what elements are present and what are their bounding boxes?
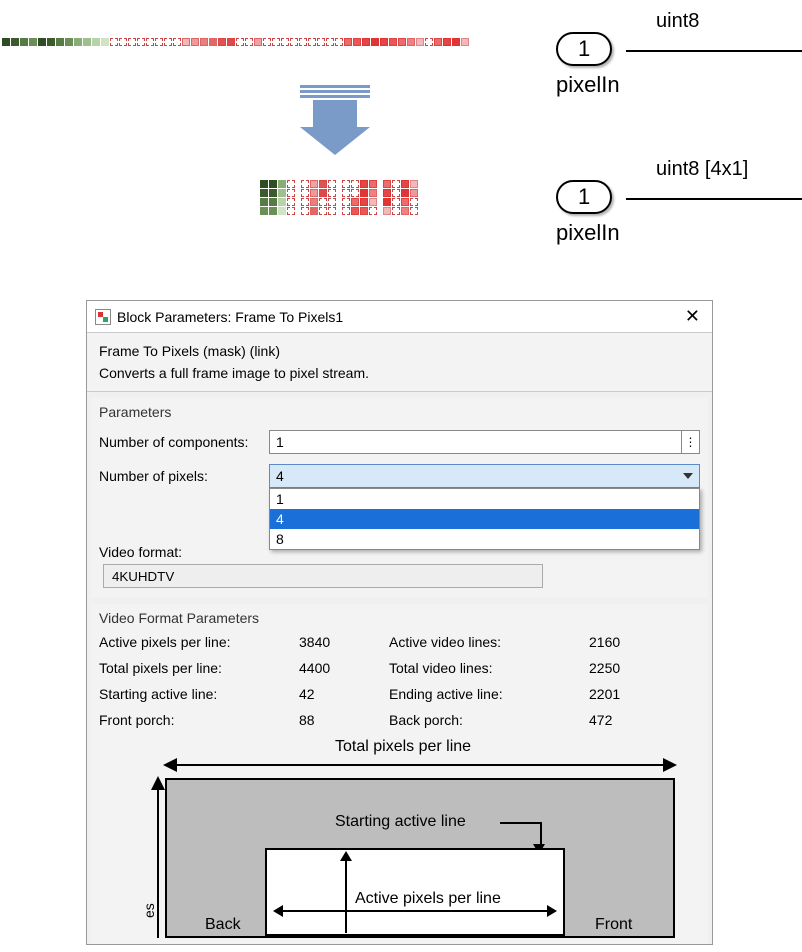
- signal-line: [626, 50, 802, 52]
- video-frame-diagram: Total pixels per line Starting active li…: [105, 738, 694, 938]
- inport-pixelin-4x1: uint8 [4x1] 1 pixelIn: [556, 180, 612, 224]
- fd-h-arrow: [165, 764, 675, 766]
- fd-sal-arrow: [500, 822, 540, 824]
- bp-value: 472: [589, 712, 659, 728]
- simulink-icon: [95, 309, 111, 325]
- fp-value: 88: [299, 712, 369, 728]
- port-name-label: pixelIn: [556, 220, 620, 246]
- fd-v-arrow: [157, 778, 159, 938]
- inport-badge: 1: [556, 180, 612, 214]
- fd-appl-arrow: [275, 910, 555, 912]
- fp-label: Front porch:: [99, 712, 279, 728]
- parameters-group: Parameters Number of components: ⋮ Numbe…: [91, 398, 708, 598]
- sal-value: 42: [299, 686, 369, 702]
- num-components-input[interactable]: [269, 430, 682, 454]
- fd-active-pixels-label: Active pixels per line: [355, 890, 501, 908]
- video-format-field[interactable]: [103, 564, 543, 588]
- dialog-titlebar: Block Parameters: Frame To Pixels1 ✕: [87, 301, 712, 333]
- avl-value: 2160: [589, 634, 659, 650]
- num-pixels-selected: 4: [276, 468, 284, 484]
- num-pixels-row: Number of pixels: 4 1 4 8: [99, 464, 700, 488]
- pixel-strip-1x: [2, 38, 470, 46]
- arrow-down-icon: [300, 85, 370, 155]
- fd-inner-varrow: [345, 853, 347, 933]
- mask-description: Converts a full frame image to pixel str…: [99, 365, 700, 381]
- vfp-label: Video Format Parameters: [99, 610, 700, 626]
- tvl-label: Total video lines:: [389, 660, 569, 676]
- tvl-value: 2250: [589, 660, 659, 676]
- video-format-label: Video format:: [99, 544, 269, 560]
- num-components-row: Number of components: ⋮: [99, 430, 700, 454]
- port-type-label: uint8 [4x1]: [656, 158, 748, 181]
- port-type-label: uint8: [656, 10, 699, 33]
- mask-title: Frame To Pixels (mask) (link): [99, 343, 700, 359]
- num-pixels-option-4[interactable]: 4: [270, 509, 699, 529]
- signal-line: [626, 198, 802, 200]
- inport-badge: 1: [556, 32, 612, 66]
- video-format-parameters-group: Video Format Parameters Active pixels pe…: [91, 604, 708, 945]
- port-name-label: pixelIn: [556, 72, 620, 98]
- mask-header: Frame To Pixels (mask) (link) Converts a…: [87, 333, 712, 392]
- block-parameters-dialog: Block Parameters: Frame To Pixels1 ✕ Fra…: [86, 300, 713, 945]
- tppl-value: 4400: [299, 660, 369, 676]
- pixel-strip-4x: [260, 180, 419, 216]
- inport-pixelin-1: uint8 1 pixelIn: [556, 32, 612, 76]
- avl-label: Active video lines:: [389, 634, 569, 650]
- fd-back-label: Back: [205, 916, 241, 934]
- num-components-more-button[interactable]: ⋮: [682, 430, 700, 454]
- appl-label: Active pixels per line:: [99, 634, 279, 650]
- eal-label: Ending active line:: [389, 686, 569, 702]
- num-components-label: Number of components:: [99, 434, 269, 450]
- pixel-stream-diagram: uint8 1 pixelIn uint8 [4x1] 1 pixelIn: [0, 0, 802, 280]
- fd-front-label: Front: [595, 916, 632, 934]
- num-pixels-label: Number of pixels:: [99, 468, 269, 484]
- parameters-label: Parameters: [99, 404, 700, 420]
- eal-value: 2201: [589, 686, 659, 702]
- num-pixels-combo[interactable]: 4 1 4 8: [269, 464, 700, 488]
- num-pixels-option-1[interactable]: 1: [270, 489, 699, 509]
- fd-es-label: es: [141, 903, 157, 918]
- tppl-label: Total pixels per line:: [99, 660, 279, 676]
- fd-starting-active-line-label: Starting active line: [335, 813, 466, 831]
- num-pixels-dropdown: 1 4 8: [269, 488, 700, 550]
- sal-label: Starting active line:: [99, 686, 279, 702]
- bp-label: Back porch:: [389, 712, 569, 728]
- fd-total-pixels-label: Total pixels per line: [335, 738, 471, 756]
- appl-value: 3840: [299, 634, 369, 650]
- chevron-down-icon: [683, 473, 693, 479]
- dialog-title: Block Parameters: Frame To Pixels1: [117, 309, 343, 325]
- close-button[interactable]: ✕: [681, 306, 704, 327]
- num-pixels-option-8[interactable]: 8: [270, 529, 699, 549]
